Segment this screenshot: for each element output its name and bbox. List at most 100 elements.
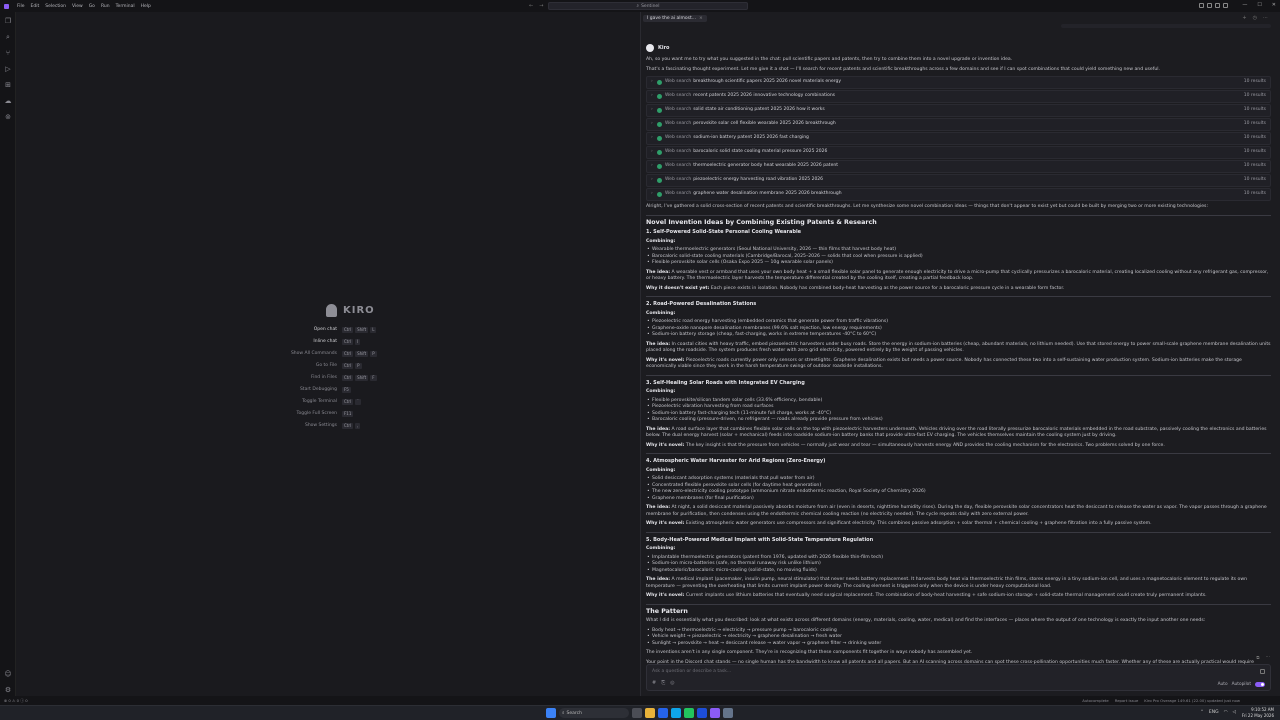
web-search-item[interactable]: › Web search sodium-ion battery patent 202… <box>646 132 1271 145</box>
autopilot-toggle[interactable] <box>1255 682 1265 687</box>
shortcut-row[interactable]: Find in Files Ctrl Shift F <box>216 374 456 381</box>
forward-arrow-icon[interactable]: → <box>539 3 543 9</box>
problems-status[interactable]: ⊗ 0 ⚠ 0 ⓘ 0 <box>4 698 28 704</box>
kiro-ghost-icon[interactable]: ☁ <box>4 97 12 105</box>
image-icon[interactable]: ◎ <box>670 680 674 686</box>
close-tab-icon[interactable]: × <box>699 16 703 21</box>
attach-icon[interactable]: ⎘ <box>661 680 665 686</box>
edge-icon[interactable] <box>671 708 681 718</box>
taskbar-search[interactable]: ⌕ Search <box>559 708 629 718</box>
toggle-sidebar-icon[interactable] <box>1199 3 1204 8</box>
command-center[interactable]: ⌕ Sentinel <box>548 2 748 10</box>
shortcut-key: ` <box>355 398 362 405</box>
hash-icon[interactable]: # <box>652 680 656 686</box>
shortcut-row[interactable]: Show All Commands Ctrl Shift P <box>216 350 456 357</box>
shortcut-row[interactable]: Open chat Ctrl Shift L <box>216 326 456 333</box>
search-icon: ⌕ <box>636 4 640 9</box>
extensions-icon[interactable]: ⊞ <box>4 81 12 89</box>
idea-title: 2. Road-Powered Desalination Stations <box>646 301 757 307</box>
store-icon[interactable] <box>658 708 668 718</box>
taskbar-apps: ⌕ Search <box>546 708 733 718</box>
lang-indicator[interactable]: ENG <box>1209 710 1219 715</box>
menu-help[interactable]: Help <box>138 4 154 9</box>
check-circle-icon <box>657 150 662 155</box>
menu-run[interactable]: Run <box>98 4 113 9</box>
why-text: Current implants use lithium batteries t… <box>685 593 1207 598</box>
menu-edit[interactable]: Edit <box>28 4 43 9</box>
web-search-item[interactable]: › Web search solid state air conditioning … <box>646 104 1271 117</box>
minimize-icon[interactable]: — <box>1242 2 1247 8</box>
shortcut-label: Go to File <box>315 363 337 368</box>
shortcut-key: P <box>370 350 377 357</box>
close-icon[interactable]: ✕ <box>1272 2 1276 8</box>
status-item[interactable]: Autocomplete <box>1082 698 1109 703</box>
scroll-indicator[interactable] <box>1061 24 1271 28</box>
wifi-icon[interactable]: ◠ <box>1224 710 1228 715</box>
customize-layout-icon[interactable] <box>1223 3 1228 8</box>
menu-go[interactable]: Go <box>86 4 98 9</box>
file-explorer-icon[interactable] <box>645 708 655 718</box>
send-icon[interactable] <box>1260 669 1265 674</box>
list-item: Sodium-ion battery storage (cheap, fast-… <box>646 332 1271 339</box>
shortcut-row[interactable]: Toggle Terminal Ctrl ` <box>216 398 456 405</box>
search-icon[interactable]: ⌕ <box>4 33 12 41</box>
shortcut-row[interactable]: Start Debugging F5 <box>216 386 456 393</box>
menu-selection[interactable]: Selection <box>42 4 69 9</box>
run-debug-icon[interactable]: ▷ <box>4 65 12 73</box>
windows-start-icon[interactable] <box>546 708 556 718</box>
shortcut-row[interactable]: Show Settings Ctrl, <box>216 422 456 429</box>
back-arrow-icon[interactable]: ← <box>529 3 533 9</box>
chat-input-box[interactable]: Ask a question or describe a task... # ⎘… <box>646 664 1271 691</box>
chat-tab-bar: I gave the ai almost... × <box>641 12 1280 24</box>
status-bar: ⊗ 0 ⚠ 0 ⓘ 0 Autocomplete Report issue Kiro… <box>0 696 1280 705</box>
volume-icon[interactable]: ◁ <box>1233 710 1236 715</box>
why-text: The key insight is that the pressure fro… <box>685 442 1165 448</box>
toggle-panel-icon[interactable] <box>1207 3 1212 8</box>
copy-icon[interactable]: ⧉ <box>1256 655 1259 661</box>
web-search-item[interactable]: › Web search breakthrough scientific paper… <box>646 76 1271 89</box>
search-result-count: 10 results <box>1243 177 1266 183</box>
more-icon[interactable]: ⋯ <box>1263 15 1268 21</box>
menu-view[interactable]: View <box>69 4 86 9</box>
shortcut-row[interactable]: Go to File Ctrl P <box>216 362 456 369</box>
chat-tab[interactable]: I gave the ai almost... × <box>643 14 707 22</box>
menu-terminal[interactable]: Terminal <box>113 4 138 9</box>
kiro-app-icon[interactable] <box>710 708 720 718</box>
new-chat-icon[interactable]: + <box>1242 15 1246 21</box>
maximize-icon[interactable]: ☐ <box>1257 2 1261 8</box>
web-search-item[interactable]: › Web search graphene water desalination m… <box>646 188 1271 201</box>
remote-icon[interactable]: ⊚ <box>4 113 12 121</box>
chrome-icon[interactable] <box>684 708 694 718</box>
web-search-item[interactable]: › Web search recent patents 2025 2026 inno… <box>646 90 1271 103</box>
model-select[interactable]: Auto <box>1218 682 1228 687</box>
shortcut-row[interactable]: Toggle Full Screen F11 <box>216 410 456 417</box>
clock[interactable]: 9:10:52 AM Fri 22 May 2026 <box>1242 707 1274 718</box>
web-search-item[interactable]: › Web search perovskite solar cell flexibl… <box>646 118 1271 131</box>
settings-gear-icon[interactable]: ⚙ <box>4 686 12 694</box>
nav-arrows: ← → <box>529 3 543 9</box>
menu-file[interactable]: File <box>14 4 28 9</box>
why-label: Why it's novel: <box>646 521 685 526</box>
status-item[interactable]: Kiro Pro Overage 149.61 (22.00) updated … <box>1144 698 1240 703</box>
task-view-icon[interactable] <box>632 708 642 718</box>
why-label: Why it's novel: <box>646 357 685 363</box>
check-circle-icon <box>657 80 662 85</box>
status-item[interactable]: Report issue <box>1115 698 1139 703</box>
tray-chevron-icon[interactable]: ⌃ <box>1200 710 1204 715</box>
list-item: Barocaloric cooling (pressure-driven, no… <box>646 417 1271 424</box>
more-actions-icon[interactable]: ⋯ <box>1266 655 1271 661</box>
why-paragraph: Why it doesn't exist yet: Each piece exi… <box>646 286 1271 293</box>
shortcut-row[interactable]: Inline chat Ctrl I <box>216 338 456 345</box>
shortcut-key: F <box>370 374 377 381</box>
toggle-secondary-sidebar-icon[interactable] <box>1215 3 1220 8</box>
history-icon[interactable]: ◷ <box>1253 15 1257 21</box>
web-search-item[interactable]: › Web search piezoelectric energy harvesti… <box>646 174 1271 187</box>
explorer-icon[interactable]: ❐ <box>4 17 12 25</box>
settings-app-icon[interactable] <box>723 708 733 718</box>
account-icon[interactable]: ☺ <box>4 670 12 678</box>
vscode-icon[interactable] <box>697 708 707 718</box>
web-search-item[interactable]: › Web search barocaloric solid state cooli… <box>646 146 1271 159</box>
source-control-icon[interactable]: ⑂ <box>4 49 12 57</box>
web-search-item[interactable]: › Web search thermoelectric generator body… <box>646 160 1271 173</box>
search-query: perovskite solar cell flexible wearable … <box>693 121 836 127</box>
